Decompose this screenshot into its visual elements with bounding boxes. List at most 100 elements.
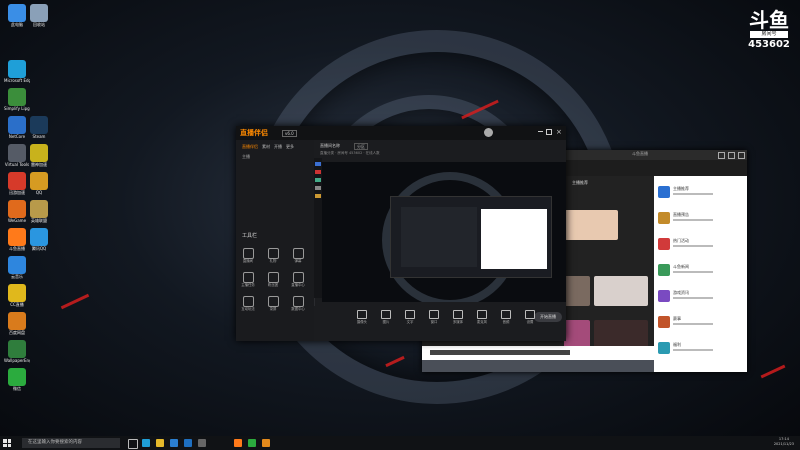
maximize-icon[interactable] [728, 152, 735, 159]
desktop-icon[interactable]: CC直播 [4, 284, 30, 307]
side-tab[interactable]: 直播伴侣 [242, 144, 258, 149]
desktop-icon[interactable]: 云音乐 [4, 256, 30, 279]
tool-icon [267, 272, 279, 283]
desktop-icon[interactable]: 回收站 [26, 4, 52, 27]
system-clock[interactable]: 17:14 2021/11/23 [774, 437, 794, 447]
avatar [658, 264, 670, 276]
stream-preview[interactable] [322, 162, 566, 302]
desktop-icon[interactable]: Steam [26, 116, 52, 139]
sidebar-item-meta [673, 297, 713, 299]
sidebar-list-item[interactable]: 赛事 [658, 314, 744, 334]
desktop-icon[interactable]: Microsoft Edge [4, 60, 30, 83]
control-button[interactable]: 图片 [378, 310, 394, 325]
sidebar-list-item[interactable]: 直播预告 [658, 210, 744, 230]
app-icon [8, 172, 26, 190]
room-category-tag[interactable]: 分区 [354, 143, 368, 150]
desktop-icon[interactable]: WallpaperEngine [4, 340, 30, 363]
taskbar-search[interactable]: 在这里输入你要搜索的内容 [22, 438, 120, 448]
control-bar: 开始直播 摄像头 图片 文字 窗口 多媒体 麦克风 音频 设置 [314, 306, 566, 341]
tool-label: 粉丝团 [267, 283, 279, 287]
app-icon [8, 340, 26, 358]
tool-button[interactable]: 弹幕 [290, 248, 306, 264]
control-icon [405, 310, 415, 319]
close-icon[interactable]: × [556, 127, 562, 137]
minimize-icon[interactable] [538, 131, 543, 132]
tool-label: 弹幕 [294, 259, 302, 263]
desktop-icon[interactable]: 百度网盘 [4, 312, 30, 335]
control-button[interactable]: 设置 [522, 310, 538, 325]
desktop-icon[interactable]: 雷神加速 [26, 144, 52, 167]
file-explorer-icon[interactable] [156, 439, 164, 447]
stream-thumbnail[interactable] [594, 276, 648, 306]
close-icon[interactable] [738, 152, 745, 159]
desktop-icon[interactable]: QQ [26, 172, 52, 195]
desktop-icon-label: 雷神加速 [31, 162, 47, 167]
control-button[interactable]: 多媒体 [450, 310, 466, 325]
desktop-icon[interactable]: 微信 [4, 368, 30, 391]
tool-button[interactable]: 互动玩法 [240, 296, 256, 312]
sidebar-item-meta [673, 219, 713, 221]
control-icon [429, 310, 439, 319]
tool-button[interactable]: 主播任务 [240, 272, 256, 288]
side-tab[interactable]: 素材 [262, 144, 270, 149]
avatar [658, 238, 670, 250]
avatar [658, 186, 670, 198]
tool-button[interactable]: 录屏 [265, 296, 281, 312]
desktop-icon[interactable]: 腾讯QQ [26, 228, 52, 251]
side-tab[interactable]: 更多 [286, 144, 294, 149]
tool-label: 数据中心 [291, 307, 305, 311]
control-button[interactable]: 麦克风 [474, 310, 490, 325]
browser-tab[interactable]: 斗鱼直播 [632, 151, 648, 157]
league-icon [30, 200, 48, 218]
douyu-logo: 斗鱼 [749, 8, 789, 32]
stream-thumbnail[interactable] [564, 276, 590, 306]
tool-button[interactable]: 数据中心 [290, 296, 306, 312]
app-icon[interactable] [198, 439, 206, 447]
edge-icon[interactable] [142, 439, 150, 447]
desktop-icon-label: 英雄联盟 [31, 218, 47, 223]
streaming-app-window[interactable]: 直播伴侣 v6.0 × 直播伴侣 素材 开播 更多 主播 工具栏 直播间 礼物 弹幕 主播任… [236, 126, 566, 341]
side-tab[interactable]: 开播 [274, 144, 282, 149]
sidebar-list-item[interactable]: 斗鱼新闻 [658, 262, 744, 282]
sidebar-item-meta [673, 193, 713, 195]
store-icon[interactable] [170, 439, 178, 447]
task-view-icon[interactable] [128, 439, 138, 449]
scene-list[interactable] [314, 158, 322, 298]
minimize-icon[interactable] [718, 152, 725, 159]
control-button[interactable]: 文字 [402, 310, 418, 325]
tool-icon [242, 272, 254, 283]
desktop-icon[interactable]: 英雄联盟 [26, 200, 52, 223]
maximize-icon[interactable] [546, 129, 552, 135]
douyu-icon[interactable] [234, 439, 242, 447]
tool-icon [292, 272, 304, 283]
room-title[interactable]: 直播间名称 [320, 143, 340, 149]
start-stream-button[interactable]: 开始直播 [534, 312, 562, 322]
desktop-icon-label: CC直播 [10, 302, 24, 307]
sidebar-item-meta [673, 245, 713, 247]
sidebar-list-item[interactable]: 福利 [658, 340, 744, 360]
app-titlebar[interactable]: 直播伴侣 v6.0 × [236, 126, 566, 140]
control-label: 麦克风 [476, 320, 488, 324]
tool-button[interactable]: 粉丝团 [265, 272, 281, 288]
mail-icon[interactable] [184, 439, 192, 447]
control-button[interactable]: 摄像头 [354, 310, 370, 325]
control-button[interactable]: 窗口 [426, 310, 442, 325]
tool-button[interactable]: 直播间 [240, 248, 256, 264]
avatar[interactable] [484, 128, 493, 137]
clock-date: 2021/11/23 [773, 442, 794, 446]
sidebar-list-item[interactable]: 游戏资讯 [658, 288, 744, 308]
windows-start-icon[interactable] [3, 439, 11, 447]
tool-button[interactable]: 礼物 [265, 248, 281, 264]
taskbar: 在这里输入你要搜索的内容 17:14 2021/11/23 [0, 436, 800, 450]
sidebar-item-label: 斗鱼新闻 [673, 264, 689, 269]
tool-icon [267, 248, 279, 259]
desktop-icon[interactable]: Simplify Lipgloss [4, 88, 30, 111]
app-icon [8, 312, 26, 330]
stream-thumbnail[interactable] [564, 210, 618, 240]
sidebar-list-item[interactable]: 热门活动 [658, 236, 744, 256]
sidebar-list-item[interactable]: 主播推荐 [658, 184, 744, 204]
wechat-icon[interactable] [248, 439, 256, 447]
streaming-app-icon[interactable] [262, 439, 270, 447]
tool-button[interactable]: 直播中心 [290, 272, 306, 288]
control-button[interactable]: 音频 [498, 310, 514, 325]
